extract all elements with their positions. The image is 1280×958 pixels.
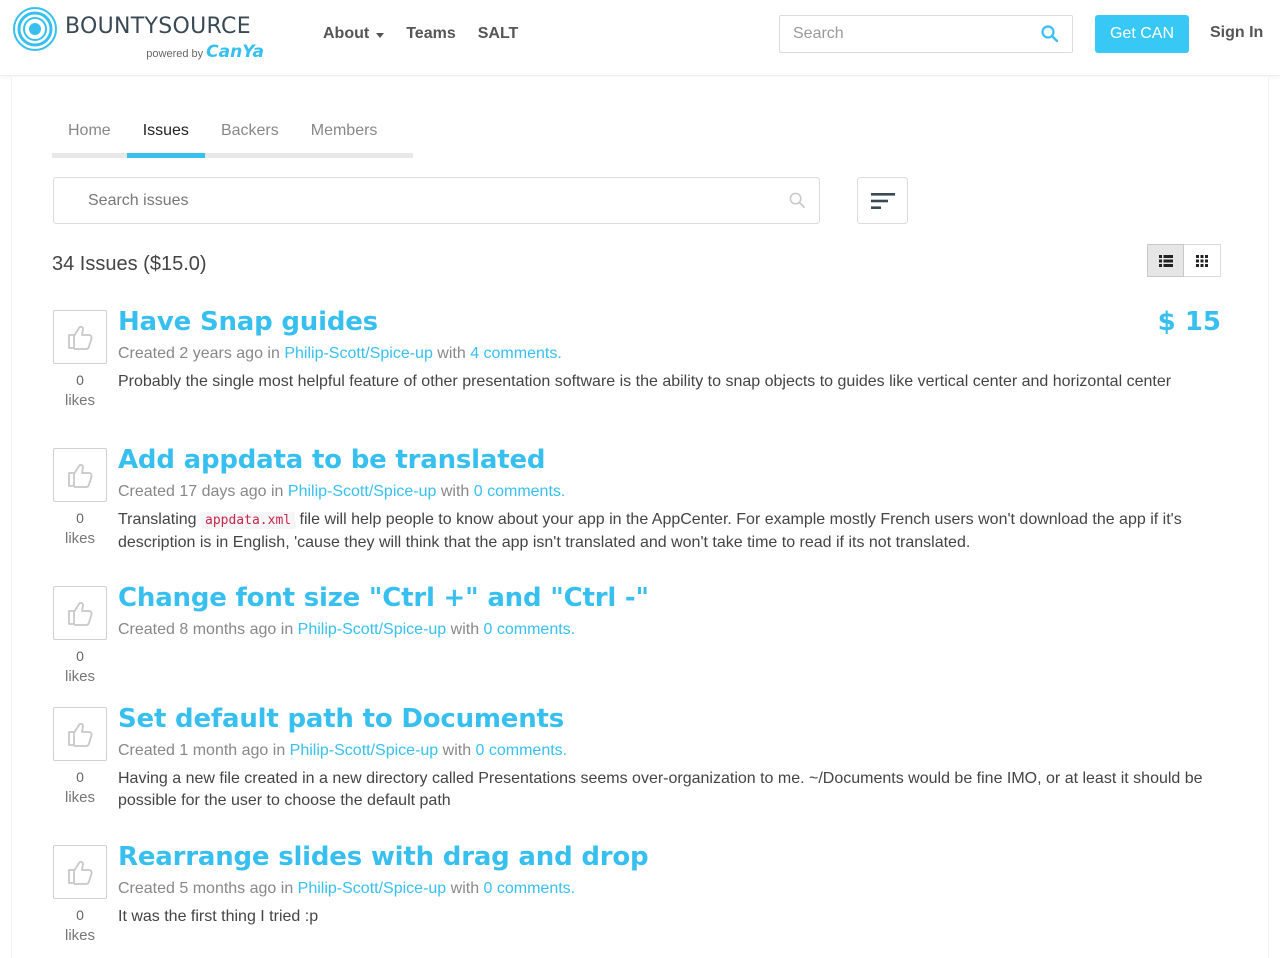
top-header: BOUNTYSOURCE powered by CanYa About Teams… (0, 0, 1280, 76)
comments-link[interactable]: 4 comments. (470, 345, 562, 362)
issue-description: It was the first thing I tried :p (118, 908, 319, 925)
tab-members[interactable]: Members (295, 122, 394, 153)
get-can-button[interactable]: Get CAN (1095, 15, 1189, 53)
issue-created: Created 1 month ago in (118, 742, 290, 759)
thumbs-up-icon (68, 723, 93, 747)
issue-meta: Created 1 month ago in Philip-Scott/Spic… (118, 742, 567, 760)
body-text: Translating (118, 511, 201, 528)
issue-title[interactable]: Have Snap guides (118, 307, 378, 337)
issue-created: Created 17 days ago in (118, 483, 288, 500)
issue-title[interactable]: Add appdata to be translated (118, 445, 546, 475)
sort-icon (870, 192, 895, 209)
issue-item: 0 likes Rearrange slides with drag and d… (52, 842, 1222, 955)
like-count: 0 (76, 907, 84, 923)
grid-view-button[interactable] (1184, 244, 1221, 277)
issue-created: Created 8 months ago in (118, 621, 298, 638)
repo-link[interactable]: Philip-Scott/Spice-up (290, 742, 439, 759)
sign-in-link[interactable]: Sign In (1210, 24, 1263, 42)
grid-view-icon (1196, 254, 1208, 267)
nav-teams-label: Teams (406, 25, 456, 42)
nav-salt-label: SALT (477, 25, 519, 42)
bountysource-logo[interactable]: BOUNTYSOURCE powered by CanYa (12, 5, 272, 63)
nav-about-label: About (323, 25, 370, 42)
meta-with: with (438, 742, 476, 759)
canya-brand: CanYa (206, 42, 264, 62)
search-icon[interactable] (1041, 25, 1059, 43)
list-view-icon (1158, 254, 1173, 267)
likes-label: likes (64, 668, 95, 685)
issue-description: Probably the single most helpful feature… (118, 373, 1172, 390)
issue-meta: Created 2 years ago in Philip-Scott/Spic… (118, 345, 562, 363)
issue-search-input[interactable] (54, 191, 754, 210)
thumbs-up-icon (68, 602, 93, 626)
tab-backers[interactable]: Backers (205, 122, 295, 153)
issue-title[interactable]: Rearrange slides with drag and drop (118, 842, 649, 872)
like-count: 0 (76, 648, 84, 664)
like-count: 0 (76, 372, 84, 388)
list-view-button[interactable] (1147, 244, 1184, 277)
like-button[interactable] (53, 707, 107, 761)
meta-with: with (432, 345, 471, 362)
global-search-input[interactable] (780, 25, 1030, 43)
thumbs-up-icon (68, 326, 93, 350)
nav-teams[interactable]: Teams (406, 24, 456, 44)
like-count: 0 (76, 769, 84, 785)
main-nav: About Teams SALT (323, 24, 540, 44)
issues-summary: 34 Issues ($15.0) (52, 253, 207, 275)
issue-meta: Created 8 months ago in Philip-Scott/Spi… (118, 621, 575, 639)
meta-with: with (446, 621, 484, 638)
sort-button[interactable] (857, 177, 908, 224)
repo-link[interactable]: Philip-Scott/Spice-up (288, 483, 437, 500)
issue-description: Translating appdata.xml file will help p… (118, 509, 1222, 554)
nav-about[interactable]: About (323, 24, 385, 44)
meta-with: with (446, 880, 484, 897)
powered-by: powered by CanYa (146, 42, 264, 62)
likes-label: likes (64, 530, 95, 547)
likes-label: likes (64, 927, 95, 944)
powered-by-text: powered by (146, 48, 204, 60)
like-button[interactable] (53, 448, 107, 502)
issue-search (53, 177, 820, 224)
comments-link[interactable]: 0 comments. (476, 742, 568, 759)
comments-link[interactable]: 0 comments. (474, 483, 566, 500)
like-button[interactable] (53, 845, 107, 899)
comments-link[interactable]: 0 comments. (484, 880, 576, 897)
tab-home[interactable]: Home (52, 122, 127, 153)
brand-name: BOUNTYSOURCE (65, 14, 251, 39)
issue-bounty: $ 15 (1157, 307, 1221, 337)
bountysource-logo-icon (13, 7, 57, 51)
global-search (779, 15, 1073, 53)
likes-label: likes (64, 789, 95, 806)
issue-item: 0 likes Set default path to Documents Cr… (52, 704, 1222, 827)
caret-down-icon (376, 32, 385, 38)
issue-title[interactable]: Set default path to Documents (118, 704, 564, 734)
issue-created: Created 2 years ago in (118, 345, 285, 362)
thumbs-up-icon (68, 861, 93, 885)
repo-link[interactable]: Philip-Scott/Spice-up (284, 345, 433, 362)
issue-created: Created 5 months ago in (118, 880, 298, 897)
repo-link[interactable]: Philip-Scott/Spice-up (298, 621, 447, 638)
issue-item: 0 likes Add appdata to be translated Cre… (52, 445, 1222, 568)
like-button[interactable] (53, 586, 107, 640)
inline-code: appdata.xml (201, 512, 296, 529)
like-button[interactable] (53, 310, 107, 364)
issue-item: 0 likes Have Snap guides $ 15 Created 2 … (52, 307, 1222, 430)
issue-meta: Created 5 months ago in Philip-Scott/Spi… (118, 880, 575, 898)
main-content: Home Issues Backers Members 34 Issues ($… (11, 77, 1269, 958)
repo-link[interactable]: Philip-Scott/Spice-up (298, 880, 447, 897)
like-count: 0 (76, 510, 84, 526)
view-toggle (1147, 244, 1221, 277)
thumbs-up-icon (68, 464, 93, 488)
issue-title[interactable]: Change font size "Ctrl +" and "Ctrl -" (118, 583, 649, 613)
likes-label: likes (64, 392, 95, 409)
nav-salt[interactable]: SALT (478, 24, 519, 44)
issue-meta: Created 17 days ago in Philip-Scott/Spic… (118, 483, 565, 501)
meta-with: with (436, 483, 474, 500)
team-tabs: Home Issues Backers Members (52, 122, 413, 158)
search-icon[interactable] (789, 192, 806, 209)
issue-description: Having a new file created in a new direc… (118, 770, 1203, 809)
issue-item: 0 likes Change font size "Ctrl +" and "C… (52, 583, 1222, 691)
tab-issues[interactable]: Issues (126, 122, 206, 158)
comments-link[interactable]: 0 comments. (484, 621, 576, 638)
